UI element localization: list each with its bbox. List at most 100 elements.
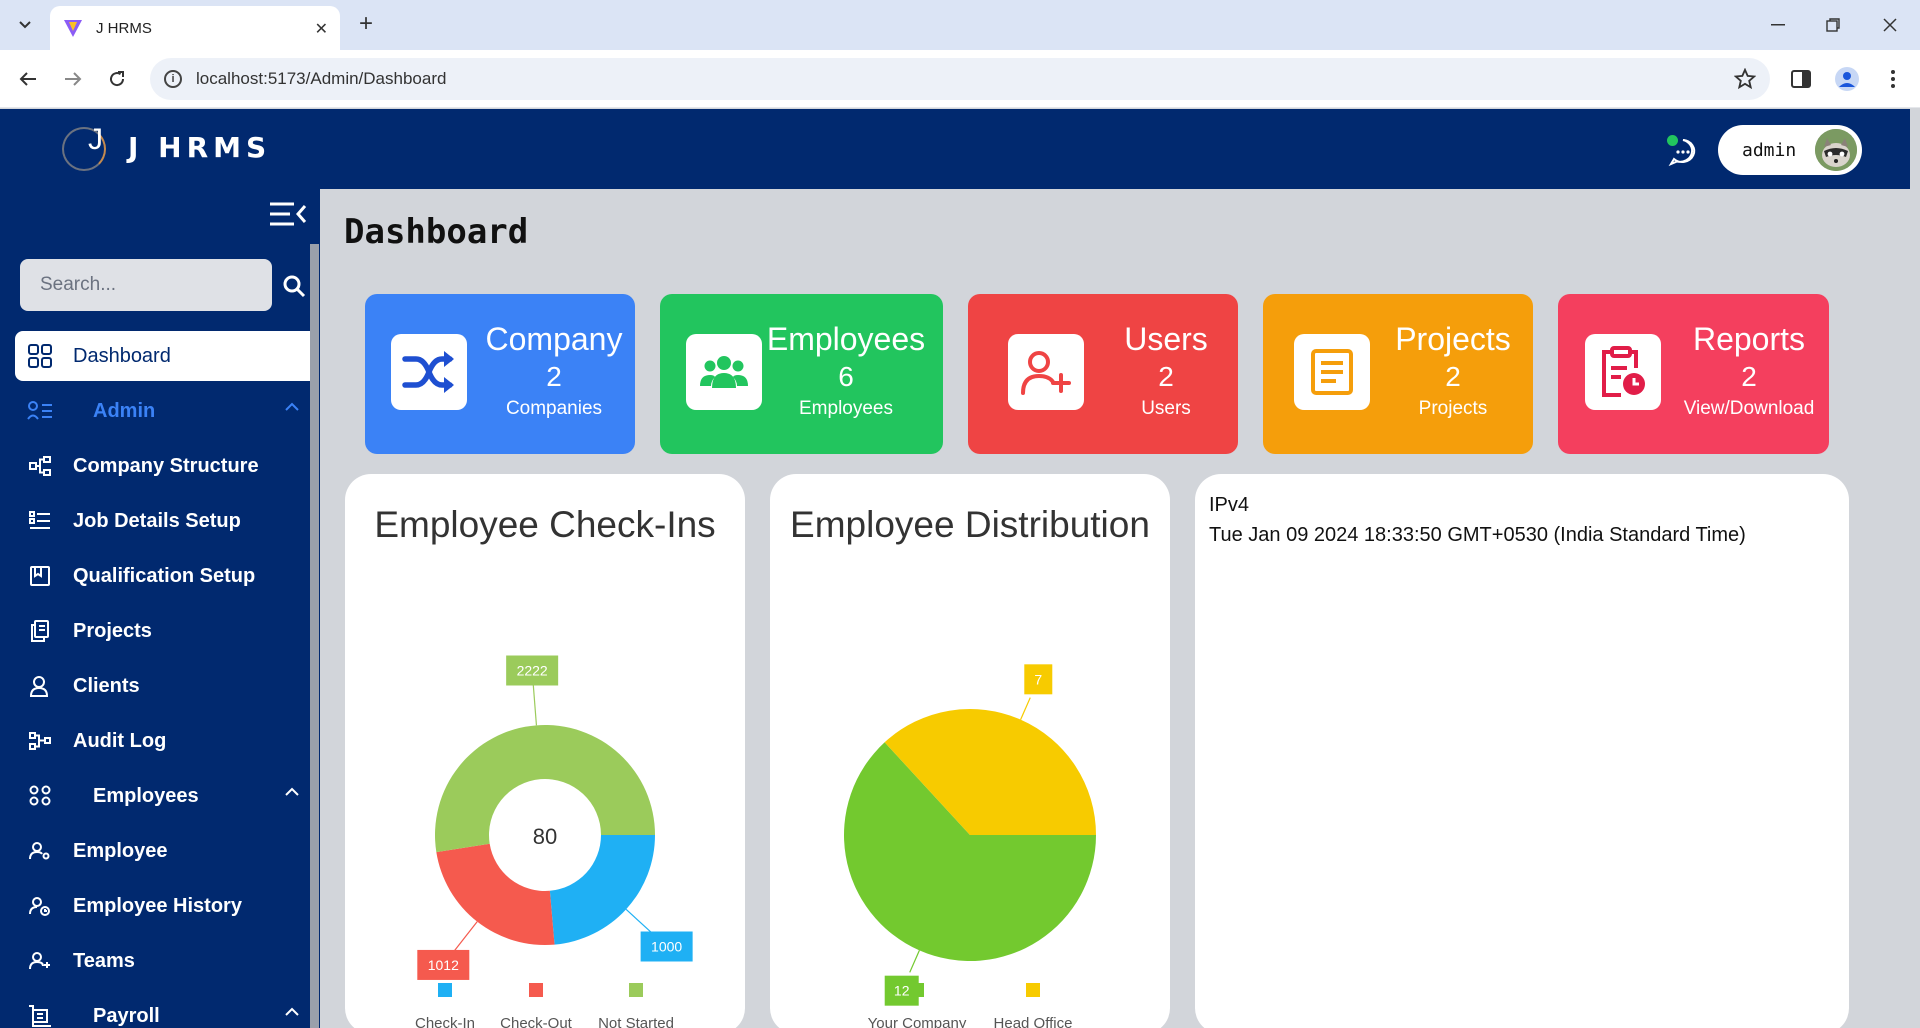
company-card[interactable]: Company 2 Companies bbox=[365, 294, 635, 454]
card-title: Company bbox=[485, 321, 623, 357]
value-label: 12 bbox=[894, 983, 910, 999]
reports-card[interactable]: Reports 2 View/Download bbox=[1558, 294, 1829, 454]
side-panel-button[interactable] bbox=[1788, 66, 1814, 92]
employees-card[interactable]: Employees 6 Employees bbox=[660, 294, 943, 454]
legend-label: Head Office bbox=[994, 1015, 1073, 1028]
audit-flow-icon bbox=[27, 728, 53, 754]
user-menu-button[interactable]: admin bbox=[1718, 125, 1862, 175]
card-icon-box bbox=[1585, 334, 1661, 410]
brand-name: J HRMS bbox=[128, 131, 272, 164]
sidebar-item-employee[interactable]: Employee bbox=[15, 826, 310, 876]
value-label: 7 bbox=[1034, 671, 1042, 687]
chevron-down-icon bbox=[19, 21, 31, 29]
user-plus-icon bbox=[1021, 351, 1071, 395]
card-value: 6 bbox=[838, 361, 854, 392]
side-panel-icon bbox=[1791, 70, 1811, 88]
pie-slice-check-in[interactable] bbox=[549, 835, 655, 945]
site-info-icon[interactable]: i bbox=[164, 70, 182, 88]
profile-button[interactable] bbox=[1834, 66, 1860, 92]
card-title: Projects bbox=[1395, 321, 1511, 357]
browser-tab-active[interactable]: J HRMS ✕ bbox=[50, 6, 340, 50]
search-input[interactable] bbox=[20, 259, 272, 311]
payroll-icon bbox=[27, 1003, 53, 1028]
sidebar-item-qualification-setup[interactable]: Qualification Setup bbox=[15, 551, 310, 601]
forward-button[interactable] bbox=[60, 66, 86, 92]
leader-line bbox=[909, 950, 920, 973]
structure-icon bbox=[27, 453, 53, 479]
more-vertical-icon bbox=[1891, 70, 1895, 88]
users-card[interactable]: Users 2 Users bbox=[968, 294, 1238, 454]
card-title: Users bbox=[1124, 321, 1208, 357]
datetime-text: Tue Jan 09 2024 18:33:50 GMT+0530 (India… bbox=[1209, 524, 1746, 546]
reload-button[interactable] bbox=[104, 66, 130, 92]
sidebar-item-company-structure[interactable]: Company Structure bbox=[15, 441, 310, 491]
sidebar-item-label: Projects bbox=[73, 619, 152, 642]
card-subtitle: View/Download bbox=[1683, 398, 1815, 419]
donut-center-label: 80 bbox=[533, 824, 557, 849]
card-subtitle: Projects bbox=[1418, 398, 1488, 419]
people-group-icon bbox=[27, 783, 53, 809]
close-window-button[interactable] bbox=[1872, 10, 1908, 40]
minimize-icon bbox=[1771, 24, 1785, 26]
new-tab-button[interactable]: + bbox=[352, 11, 380, 39]
tab-title: J HRMS bbox=[96, 19, 152, 37]
clipboard-clock-icon bbox=[1602, 346, 1645, 397]
sidebar-item-job-details-setup[interactable]: Job Details Setup bbox=[15, 496, 310, 546]
card-subtitle: Companies bbox=[505, 398, 603, 419]
tab-close-icon[interactable]: ✕ bbox=[315, 19, 328, 38]
browser-menu-button[interactable] bbox=[1880, 66, 1906, 92]
sidebar-item-label: Employees bbox=[93, 784, 199, 807]
reload-icon bbox=[110, 71, 125, 87]
projects-card[interactable]: Projects 2 Projects bbox=[1263, 294, 1533, 454]
value-label: 2222 bbox=[517, 663, 548, 679]
sidebar-group-admin[interactable]: Admin bbox=[15, 386, 310, 436]
menu-collapse-icon[interactable] bbox=[268, 199, 308, 229]
sidebar-item-label: Qualification Setup bbox=[73, 564, 256, 587]
ip-version-text: IPv4 bbox=[1209, 494, 1250, 516]
legend-swatch bbox=[438, 983, 452, 997]
document-icon bbox=[1311, 349, 1353, 395]
certificate-icon bbox=[27, 563, 53, 589]
sidebar-item-teams[interactable]: Teams bbox=[15, 936, 310, 986]
minimize-button[interactable] bbox=[1760, 10, 1796, 40]
legend-swatch bbox=[1026, 983, 1040, 997]
back-button[interactable] bbox=[15, 66, 41, 92]
page-title: Dashboard bbox=[344, 212, 529, 252]
client-icon bbox=[27, 673, 53, 699]
sidebar-item-dashboard[interactable]: Dashboard bbox=[15, 331, 310, 381]
sidebar-group-payroll[interactable]: Payroll bbox=[15, 991, 310, 1028]
sidebar-group-employees[interactable]: Employees bbox=[15, 771, 310, 821]
star-icon[interactable] bbox=[1734, 68, 1756, 90]
legend-label: Check-Out bbox=[500, 1015, 573, 1028]
restore-button[interactable] bbox=[1815, 10, 1851, 40]
system-info-panel: IPv4 Tue Jan 09 2024 18:33:50 GMT+0530 (… bbox=[1195, 474, 1849, 1028]
sidebar-item-clients[interactable]: Clients bbox=[15, 661, 310, 711]
sidebar-scrollbar[interactable] bbox=[310, 244, 319, 1028]
url-text: localhost:5173/Admin/Dashboard bbox=[196, 69, 447, 88]
pie-slice-check-out[interactable] bbox=[436, 843, 555, 945]
legend-label: Check-In bbox=[415, 1015, 475, 1028]
card-icon-box bbox=[1294, 334, 1370, 410]
chevron-up-icon bbox=[285, 402, 299, 411]
card-text: Projects 2 Projects bbox=[1383, 320, 1523, 422]
sidebar-item-projects[interactable]: Projects bbox=[15, 606, 310, 656]
legend-swatch bbox=[629, 983, 643, 997]
person-history-icon bbox=[27, 893, 53, 919]
sidebar-item-audit-log[interactable]: Audit Log bbox=[15, 716, 310, 766]
tab-search-button[interactable] bbox=[10, 13, 40, 37]
sidebar-item-label: Payroll bbox=[93, 1004, 160, 1027]
raccoon-avatar-icon bbox=[1815, 129, 1857, 171]
group-icon bbox=[700, 356, 748, 388]
user-name: admin bbox=[1742, 139, 1797, 161]
leader-line bbox=[452, 921, 478, 954]
sidebar-item-label: Company Structure bbox=[73, 454, 259, 477]
search-icon[interactable] bbox=[282, 274, 306, 298]
card-title: Employees bbox=[766, 321, 926, 357]
chevron-up-icon bbox=[285, 1007, 299, 1016]
person-gear-icon bbox=[27, 838, 53, 864]
address-bar[interactable]: i localhost:5173/Admin/Dashboard bbox=[150, 58, 1770, 100]
sidebar-item-employee-history[interactable]: Employee History bbox=[15, 881, 310, 931]
documents-icon bbox=[27, 618, 53, 644]
card-text: Company 2 Companies bbox=[479, 320, 629, 422]
checkins-panel: Employee Check-Ins 80 1000 1012 2222 Check-… bbox=[345, 474, 745, 1028]
